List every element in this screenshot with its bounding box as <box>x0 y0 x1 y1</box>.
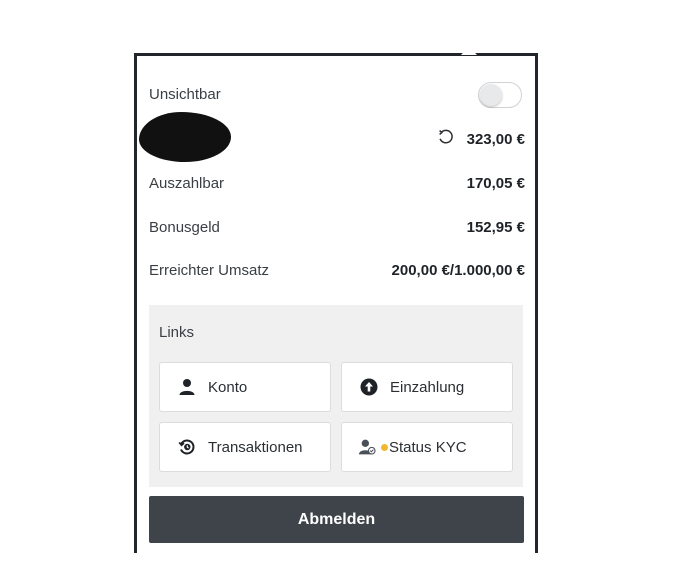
visibility-label: Unsichtbar <box>149 85 221 103</box>
toggle-knob <box>480 84 502 106</box>
konto-label: Konto <box>208 378 248 396</box>
payout-row: Auszahlbar 170,05 € <box>149 172 525 194</box>
logout-button[interactable]: Abmelden <box>149 496 524 543</box>
refresh-icon[interactable] <box>437 128 455 150</box>
turnover-label: Erreichter Umsatz <box>149 261 270 279</box>
turnover-row: Erreichter Umsatz 200,00 €/1.000,00 € <box>149 259 525 281</box>
user-verify-icon <box>358 436 380 458</box>
bonus-row: Bonusgeld 152,95 € <box>149 216 525 238</box>
history-icon <box>176 436 198 458</box>
transaktionen-button[interactable]: Transaktionen <box>159 422 331 472</box>
visibility-row: Unsichtbar <box>149 83 525 105</box>
transaktionen-label: Transaktionen <box>208 438 303 456</box>
einzahlung-button[interactable]: Einzahlung <box>341 362 513 412</box>
turnover-value: 200,00 €/1.000,00 € <box>391 261 525 279</box>
bonus-value: 152,95 € <box>466 218 525 236</box>
payout-label: Auszahlbar <box>149 174 225 192</box>
kyc-status-dot <box>381 443 388 451</box>
visibility-toggle[interactable] <box>478 82 522 108</box>
arrow-up-circle-icon <box>358 376 380 398</box>
einzahlung-label: Einzahlung <box>390 378 465 396</box>
dropdown-caret <box>461 46 477 55</box>
balance-value: 323,00 € <box>466 130 525 148</box>
status-kyc-label: Status KYC <box>389 438 467 456</box>
links-title: Links <box>159 324 195 341</box>
bonus-label: Bonusgeld <box>149 218 220 236</box>
status-kyc-button[interactable]: Status KYC <box>341 422 513 472</box>
konto-button[interactable]: Konto <box>159 362 331 412</box>
balance-row: 323,00 € <box>149 128 525 150</box>
user-icon <box>176 376 198 398</box>
payout-value: 170,05 € <box>466 174 525 192</box>
